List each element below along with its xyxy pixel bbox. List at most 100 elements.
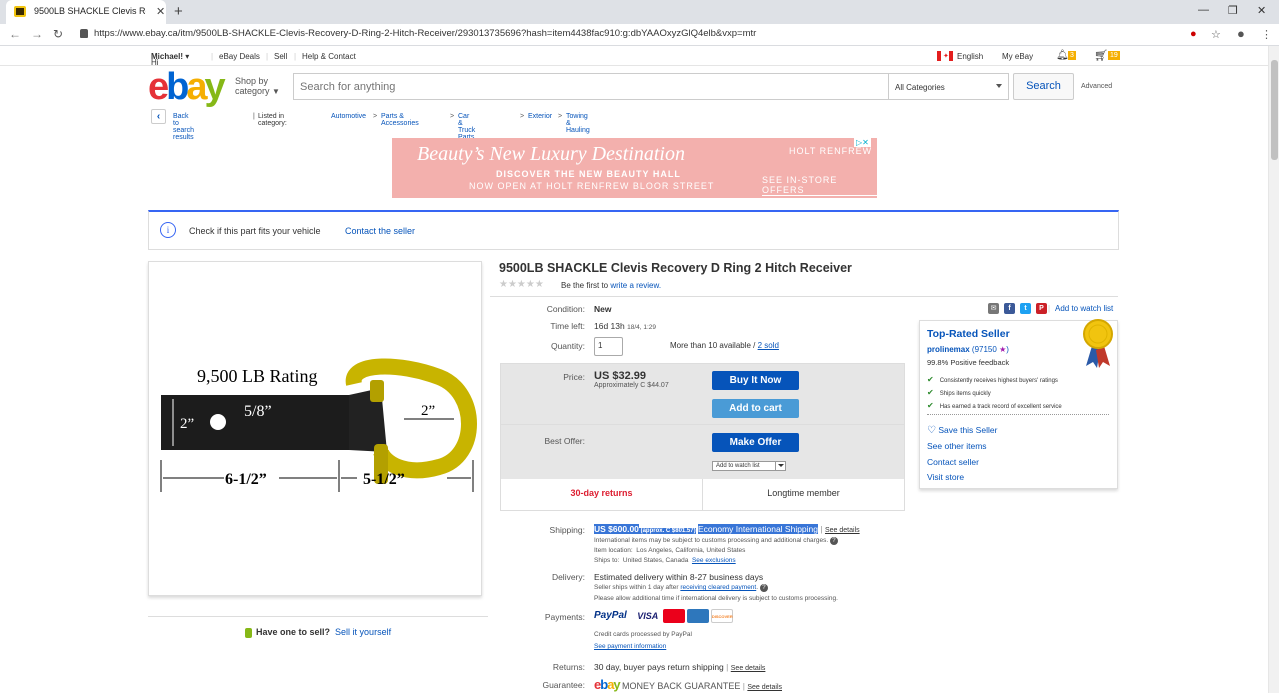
sell-question: Have one to sell? — [256, 627, 331, 637]
browser-tabstrip: 9500LB SHACKLE Clevis Recovery ✕ + — ❐ ✕ — [0, 0, 1279, 24]
chevron-down-icon — [996, 84, 1002, 88]
customs-note: International items may be subject to cu… — [594, 537, 838, 545]
language-link[interactable]: English — [957, 52, 983, 61]
see-other-items-link[interactable]: See other items — [927, 441, 987, 451]
divider: | — [294, 52, 297, 61]
menu-icon[interactable]: ⋮ — [1261, 28, 1272, 41]
minimize-icon[interactable]: — — [1198, 4, 1209, 16]
email-share-icon[interactable]: ✉ — [988, 303, 999, 314]
chevron-down-icon[interactable] — [775, 462, 785, 470]
image-dim-2a: 2” — [180, 416, 194, 432]
condition-value: New — [594, 304, 612, 314]
close-window-icon[interactable]: ✕ — [1257, 4, 1266, 17]
search-input[interactable] — [294, 74, 888, 99]
payment-info-link[interactable]: See payment information — [594, 643, 666, 650]
deals-link[interactable]: eBay Deals — [219, 52, 260, 61]
forward-icon[interactable]: → — [31, 27, 43, 41]
extension-icon[interactable]: ● — [1190, 28, 1197, 40]
new-tab-icon[interactable]: + — [174, 3, 183, 20]
divider: | — [1048, 304, 1051, 313]
greeting[interactable]: Hi Michael! ▾ — [151, 52, 189, 67]
ebay-small-logo: ebay — [594, 677, 621, 692]
help-icon: ? — [829, 537, 838, 545]
bell-icon[interactable]: 🔔︎ — [1056, 50, 1069, 61]
seller-point: ✔ Ships items quickly — [927, 388, 991, 397]
advanced-search-link[interactable]: Advanced — [1081, 83, 1112, 90]
visit-store-link[interactable]: Visit store — [927, 472, 964, 482]
search-button[interactable]: Search — [1013, 73, 1074, 100]
shipping-approx: (approx. C $801.57) — [640, 528, 696, 534]
global-header: Hi Michael! ▾ | eBay Deals | Sell | Help… — [0, 46, 1268, 67]
ships-to: Ships to: United States, Canada See excl… — [594, 557, 736, 564]
buy-it-now-button[interactable]: Buy It Now — [712, 371, 799, 390]
contact-seller-link[interactable]: Contact seller — [927, 457, 979, 467]
top-rated-badge: Top-Rated Seller — [927, 328, 1010, 340]
breadcrumb-item[interactable]: Parts & Accessories — [381, 113, 419, 127]
ebay-logo[interactable]: ebay — [148, 68, 226, 106]
ad-cta[interactable]: SEE IN-STORE OFFERS — [762, 175, 877, 196]
top-rated-medal-icon — [1083, 319, 1113, 368]
price-value: US $32.99 — [594, 370, 646, 382]
shipping-details-link[interactable]: See details — [825, 527, 860, 534]
review-prompt: Be the first to write a review. — [561, 281, 662, 290]
breadcrumb-item[interactable]: Towing & Hauling — [566, 113, 590, 134]
category-select[interactable]: All Categories — [888, 73, 1009, 100]
back-icon[interactable]: ← — [9, 27, 21, 41]
add-to-watch-list-link[interactable]: Add to watch list — [1055, 304, 1113, 313]
add-to-watch-dropdown[interactable]: Add to watch list — [712, 461, 786, 471]
my-ebay-link[interactable]: My eBay — [1002, 52, 1033, 61]
bookmark-star-icon[interactable]: ☆ — [1211, 28, 1221, 41]
breadcrumb-item[interactable]: Exterior — [528, 113, 552, 120]
ad-choices-icon[interactable]: ▷✕ — [854, 138, 871, 147]
sell-link[interactable]: Sell — [274, 52, 287, 61]
rating-stars-icon[interactable]: ★★★★★ — [499, 279, 544, 290]
save-seller-link[interactable]: ♡ Save this Seller — [927, 425, 997, 436]
shop-by-category[interactable]: Shop by category ▼ — [235, 76, 280, 97]
scrollbar-thumb[interactable] — [1271, 60, 1278, 160]
image-dim-512: 5-1/2” — [363, 471, 405, 488]
url-field[interactable]: https://www.ebay.ca/itm/9500LB-SHACKLE-C… — [74, 27, 1174, 43]
help-icon: ? — [759, 584, 768, 592]
address-bar: ← → ↻ https://www.ebay.ca/itm/9500LB-SHA… — [0, 24, 1279, 46]
search-box[interactable] — [293, 73, 889, 100]
breadcrumb-item[interactable]: Automotive — [331, 113, 366, 120]
delivery-label: Delivery: — [551, 572, 585, 582]
seller-score-link[interactable]: (97150 ★) — [972, 345, 1009, 354]
close-tab-icon[interactable]: ✕ — [156, 5, 165, 18]
back-to-results-link[interactable]: Back to search results — [173, 113, 194, 141]
guarantee-details-link[interactable]: See details — [747, 684, 782, 691]
shop-by-label: Shop by — [235, 76, 269, 86]
twitter-share-icon[interactable]: t — [1020, 303, 1031, 314]
add-to-cart-button[interactable]: Add to cart — [712, 399, 799, 418]
maximize-icon[interactable]: ❐ — [1228, 4, 1238, 17]
write-review-link[interactable]: write a review. — [610, 281, 661, 290]
url-text: https://www.ebay.ca/itm/9500LB-SHACKLE-C… — [94, 28, 757, 39]
browser-tab[interactable]: 9500LB SHACKLE Clevis Recovery ✕ — [6, 0, 166, 24]
returns-details-link[interactable]: See details — [731, 665, 766, 672]
make-offer-button[interactable]: Make Offer — [712, 433, 799, 452]
breadcrumb-item[interactable]: Car & Truck Parts — [458, 113, 475, 141]
time-left-value: 16d 13h 18/4, 1:29 — [594, 321, 657, 331]
product-image-panel[interactable]: 9,500 LB Rating 5/8” 2” 2” 6-1/2” 5-1/2” — [148, 261, 482, 596]
ad-banner[interactable]: Beauty’s New Luxury Destination HOLT REN… — [392, 138, 877, 198]
cart-icon[interactable]: 🛒︎ — [1094, 49, 1108, 62]
help-link[interactable]: Help & Contact — [302, 52, 356, 61]
image-dim-612: 6-1/2” — [225, 471, 267, 488]
sell-one-prompt: Have one to sell? Sell it yourself — [245, 627, 391, 638]
seller-name-link[interactable]: prolinemax — [927, 345, 970, 354]
scrollbar[interactable] — [1268, 46, 1279, 693]
cleared-payment-link[interactable]: receiving cleared payment — [680, 584, 756, 591]
sold-count-link[interactable]: 2 sold — [758, 341, 779, 350]
back-arrow-icon[interactable]: ‹ — [151, 109, 166, 124]
profile-icon[interactable]: ● — [1237, 26, 1245, 41]
sell-it-link[interactable]: Sell it yourself — [335, 627, 391, 637]
quantity-input[interactable]: 1 — [594, 337, 623, 356]
pinterest-share-icon[interactable]: P — [1036, 303, 1047, 314]
reload-icon[interactable]: ↻ — [53, 27, 63, 41]
see-exclusions-link[interactable]: See exclusions — [692, 557, 736, 564]
contact-seller-link[interactable]: Contact the seller — [345, 226, 415, 236]
watch-dropdown-label: Add to watch list — [716, 463, 760, 469]
delivery-note: Seller ships within 1 day after receivin… — [594, 584, 768, 592]
facebook-share-icon[interactable]: f — [1004, 303, 1015, 314]
ad-brand: HOLT RENFREW — [789, 146, 873, 156]
